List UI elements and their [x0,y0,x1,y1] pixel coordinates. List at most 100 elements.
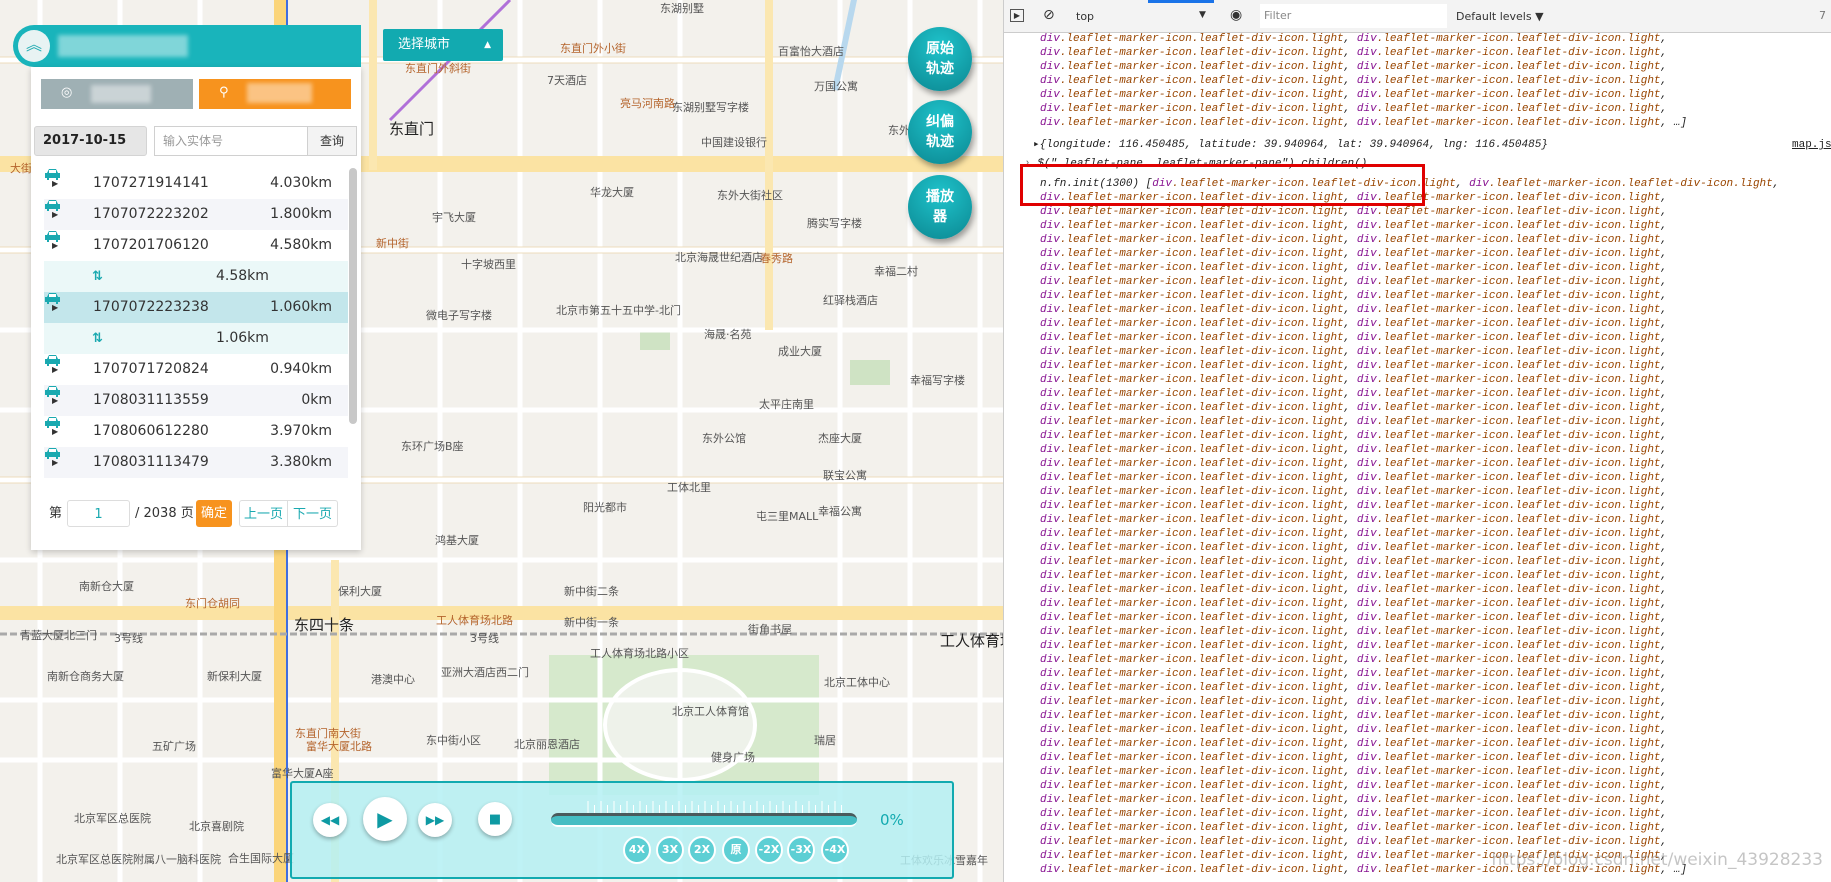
prev-page-button[interactable]: 上一页 [239,500,288,527]
console-line[interactable]: div.leaflet-marker-icon.leaflet-div-icon… [1040,485,1667,499]
console-line[interactable]: div.leaflet-marker-icon.leaflet-div-icon… [1040,779,1667,793]
console-line[interactable]: div.leaflet-marker-icon.leaflet-div-icon… [1040,597,1667,611]
play-button[interactable]: ▶ [363,797,407,841]
console-line[interactable]: div.leaflet-marker-icon.leaflet-div-icon… [1040,513,1667,527]
vehicle-row[interactable]: ▶ 1708060612280 3.970km [44,416,348,447]
corrected-track-button[interactable]: 纠偏轨迹 [908,100,972,164]
console-line[interactable]: div.leaflet-marker-icon.leaflet-div-icon… [1040,835,1667,849]
console-line[interactable]: div.leaflet-marker-icon.leaflet-div-icon… [1040,275,1667,289]
tab-track[interactable]: ⚲ [199,79,351,109]
console-line[interactable]: div.leaflet-marker-icon.leaflet-div-icon… [1040,499,1667,513]
speed-button[interactable]: -2X [755,836,783,864]
filter-input[interactable]: Filter [1260,4,1447,28]
log-levels-select[interactable]: Default levels ▼ [1456,10,1544,23]
fast-forward-button[interactable]: ▶▶ [418,803,452,837]
console-line[interactable]: div.leaflet-marker-icon.leaflet-div-icon… [1040,102,1667,116]
rewind-button[interactable]: ◀◀ [313,803,347,837]
console-line[interactable]: div.leaflet-marker-icon.leaflet-div-icon… [1040,219,1667,233]
clear-console-icon[interactable]: ⊘ [1043,7,1055,23]
track-segment-row[interactable]: ⇅ 4.58km [44,261,348,292]
console-line[interactable]: div.leaflet-marker-icon.leaflet-div-icon… [1040,387,1667,401]
console-line[interactable]: div.leaflet-marker-icon.leaflet-div-icon… [1040,74,1667,88]
stop-button[interactable]: ■ [478,802,512,836]
console-line[interactable]: div.leaflet-marker-icon.leaflet-div-icon… [1040,303,1667,317]
console-line[interactable]: div.leaflet-marker-icon.leaflet-div-icon… [1040,116,1687,130]
console-line[interactable]: div.leaflet-marker-icon.leaflet-div-icon… [1040,289,1667,303]
console-line[interactable]: div.leaflet-marker-icon.leaflet-div-icon… [1040,821,1667,835]
console-line[interactable]: div.leaflet-marker-icon.leaflet-div-icon… [1040,317,1667,331]
console-line[interactable]: div.leaflet-marker-icon.leaflet-div-icon… [1040,46,1667,60]
context-select[interactable]: top [1076,10,1094,23]
page-input[interactable]: 1 [67,500,130,527]
console-line[interactable]: div.leaflet-marker-icon.leaflet-div-icon… [1040,653,1667,667]
collapse-icon[interactable]: ︽ [18,30,50,62]
console-line[interactable]: div.leaflet-marker-icon.leaflet-div-icon… [1040,723,1667,737]
vehicle-row[interactable]: ▶ 1707072223238 1.060km [44,292,348,323]
list-scrollbar[interactable] [349,168,357,424]
speed-button[interactable]: 3X [656,836,684,864]
console-line[interactable]: div.leaflet-marker-icon.leaflet-div-icon… [1040,667,1667,681]
next-page-button[interactable]: 下一页 [288,500,338,527]
console-line[interactable]: div.leaflet-marker-icon.leaflet-div-icon… [1040,205,1667,219]
console-line[interactable]: div.leaflet-marker-icon.leaflet-div-icon… [1040,233,1667,247]
speed-button[interactable]: 2X [688,836,716,864]
confirm-page-button[interactable]: 确定 [196,500,232,527]
console-line[interactable]: div.leaflet-marker-icon.leaflet-div-icon… [1040,359,1667,373]
vehicle-row[interactable]: ▶ 1707071720824 0.940km [44,354,348,385]
speed-button[interactable]: 原 [722,836,750,864]
console-line[interactable]: div.leaflet-marker-icon.leaflet-div-icon… [1040,695,1667,709]
speed-button[interactable]: -3X [787,836,815,864]
console-line[interactable]: div.leaflet-marker-icon.leaflet-div-icon… [1040,681,1667,695]
console-line[interactable]: div.leaflet-marker-icon.leaflet-div-icon… [1040,429,1667,443]
track-segment-row[interactable]: ⇅ 1.06km [44,323,348,354]
console-line[interactable]: div.leaflet-marker-icon.leaflet-div-icon… [1040,527,1667,541]
console-line[interactable]: div.leaflet-marker-icon.leaflet-div-icon… [1040,625,1667,639]
vehicle-row[interactable]: ▶ 1707271914141 4.030km [44,168,348,199]
console-line[interactable]: div.leaflet-marker-icon.leaflet-div-icon… [1040,401,1667,415]
progress-bar[interactable] [551,813,857,827]
vehicle-row[interactable]: ▶ 1707201706120 4.580km [44,230,348,261]
speed-button[interactable]: -4X [821,836,849,864]
console-line[interactable]: div.leaflet-marker-icon.leaflet-div-icon… [1040,261,1667,275]
console-line[interactable]: div.leaflet-marker-icon.leaflet-div-icon… [1040,765,1667,779]
source-link[interactable]: map.js [1792,138,1831,152]
console-line[interactable]: div.leaflet-marker-icon.leaflet-div-icon… [1040,247,1667,261]
date-picker[interactable]: 2017-10-15 [34,126,147,156]
tab-monitor[interactable]: ◎ [41,79,193,109]
console-line[interactable]: div.leaflet-marker-icon.leaflet-div-icon… [1040,807,1667,821]
player-button[interactable]: 播放器 [908,175,972,239]
console-line[interactable]: div.leaflet-marker-icon.leaflet-div-icon… [1040,345,1667,359]
query-button[interactable]: 查询 [307,126,357,156]
node-tag: div [1356,248,1377,260]
console-line[interactable]: div.leaflet-marker-icon.leaflet-div-icon… [1040,471,1667,485]
console-line[interactable]: div.leaflet-marker-icon.leaflet-div-icon… [1040,443,1667,457]
speed-button[interactable]: 4X [623,836,651,864]
console-line[interactable]: div.leaflet-marker-icon.leaflet-div-icon… [1040,541,1667,555]
console-line[interactable]: div.leaflet-marker-icon.leaflet-div-icon… [1040,32,1667,46]
select-city-button[interactable]: 选择城市 ▲ [383,29,503,61]
console-line[interactable]: div.leaflet-marker-icon.leaflet-div-icon… [1040,555,1667,569]
vehicle-row[interactable]: ▶ 1708031113479 3.380km [44,447,348,478]
eye-icon[interactable]: ◉ [1230,7,1242,23]
raw-track-button[interactable]: 原始轨迹 [908,27,972,91]
entity-input[interactable]: 输入实体号 [154,126,307,156]
vehicle-row[interactable]: ▶ 1708031113559 0km [44,385,348,416]
console-line[interactable]: div.leaflet-marker-icon.leaflet-div-icon… [1040,709,1667,723]
console-line[interactable]: div.leaflet-marker-icon.leaflet-div-icon… [1040,373,1667,387]
console-line[interactable]: div.leaflet-marker-icon.leaflet-div-icon… [1040,751,1667,765]
map-view[interactable]: 东直门东湖别墅百富怡大酒店7天酒店万国公寓东湖别墅写字楼中国建设银行东外外交华龙… [0,0,1003,882]
console-log[interactable]: ▸{longitude: 116.450485, latitude: 39.94… [1033,138,1831,152]
console-line[interactable]: div.leaflet-marker-icon.leaflet-div-icon… [1040,611,1667,625]
console-line[interactable]: div.leaflet-marker-icon.leaflet-div-icon… [1040,569,1667,583]
console-line[interactable]: div.leaflet-marker-icon.leaflet-div-icon… [1040,737,1667,751]
console-line[interactable]: div.leaflet-marker-icon.leaflet-div-icon… [1040,457,1667,471]
console-line[interactable]: div.leaflet-marker-icon.leaflet-div-icon… [1040,639,1667,653]
console-line[interactable]: div.leaflet-marker-icon.leaflet-div-icon… [1040,583,1667,597]
vehicle-row[interactable]: ▶ 1707072223202 1.800km [44,199,348,230]
console-line[interactable]: div.leaflet-marker-icon.leaflet-div-icon… [1040,60,1667,74]
console-line[interactable]: div.leaflet-marker-icon.leaflet-div-icon… [1040,793,1667,807]
sidebar-toggle-icon[interactable]: ▶ [1010,9,1024,22]
console-line[interactable]: div.leaflet-marker-icon.leaflet-div-icon… [1040,415,1667,429]
console-line[interactable]: div.leaflet-marker-icon.leaflet-div-icon… [1040,88,1667,102]
console-line[interactable]: div.leaflet-marker-icon.leaflet-div-icon… [1040,331,1667,345]
